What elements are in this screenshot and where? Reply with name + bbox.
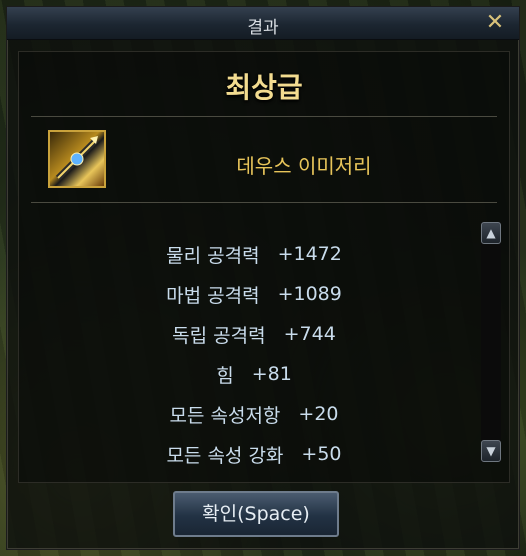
stat-value: +81: [251, 363, 292, 385]
scroll-up-icon[interactable]: ▲: [481, 222, 501, 244]
result-panel: 최상급 데우스 이미저리 물리 공격력 +1472 마법 공격력 +1089 독…: [18, 51, 510, 483]
confirm-button[interactable]: 확인(Space): [173, 491, 339, 537]
weapon-icon: [48, 130, 106, 188]
divider: [31, 116, 497, 117]
stat-row: 모든 속성저항 +20: [79, 394, 429, 434]
stat-scrollbar[interactable]: ▲ ▼: [481, 222, 501, 462]
result-dialog: 결과 ✕ 최상급 데우스 이미저리 물리 공격력 +1472 마법 공격력 +1…: [6, 6, 520, 550]
dialog-titlebar: 결과 ✕: [7, 7, 519, 40]
stat-row: 힘 +81: [79, 354, 429, 394]
stat-row: 물리 공격력 +1472: [79, 234, 429, 274]
scroll-down-icon[interactable]: ▼: [481, 440, 501, 462]
stat-value: +50: [301, 443, 342, 465]
divider: [31, 202, 497, 203]
stat-name: 독립 공격력: [172, 324, 266, 347]
stat-name: 모든 속성저항: [169, 404, 281, 427]
dialog-title: 결과: [247, 18, 279, 38]
stat-row: 마법 공격력 +1089: [79, 274, 429, 314]
stat-list: 물리 공격력 +1472 마법 공격력 +1089 독립 공격력 +744 힘 …: [79, 234, 429, 474]
close-icon[interactable]: ✕: [483, 11, 507, 35]
stat-row: 독립 공격력 +744: [79, 314, 429, 354]
stat-name: 힘: [216, 364, 234, 387]
item-name: 데우스 이미저리: [236, 154, 372, 178]
stat-value: +744: [283, 323, 336, 345]
stat-value: +20: [298, 403, 339, 425]
stat-value: +1089: [277, 283, 342, 305]
stat-name: 마법 공격력: [166, 284, 260, 307]
stat-name: 모든 속성 강화: [166, 444, 284, 467]
stat-value: +1472: [277, 243, 342, 265]
stat-row: 모든 속성 강화 +50: [79, 434, 429, 474]
grade-label: 최상급: [225, 71, 303, 104]
stat-name: 물리 공격력: [166, 244, 260, 267]
